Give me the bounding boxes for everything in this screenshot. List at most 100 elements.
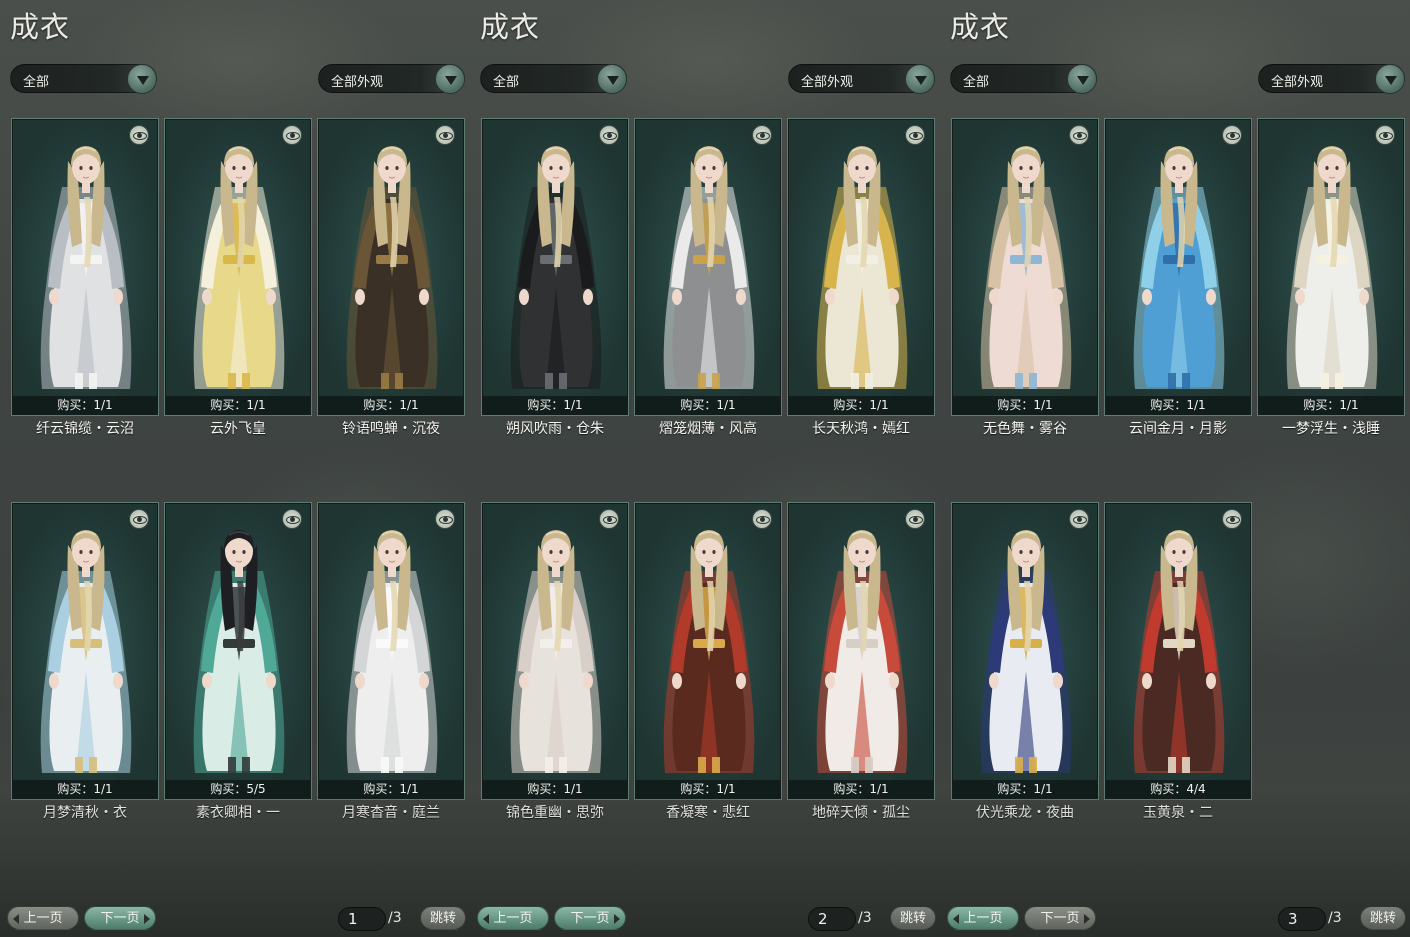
page-number-input[interactable]: 1 — [338, 907, 386, 931]
outfit-card[interactable]: 购买：1/1 铃语鸣蝉・沉夜 — [317, 118, 465, 437]
character-preview — [1105, 137, 1253, 399]
purchase-count: 购买：1/1 — [1259, 396, 1403, 414]
prev-page-button[interactable]: 上一页 — [947, 906, 1019, 930]
chevron-down-icon[interactable] — [127, 64, 157, 94]
preview-eye-icon[interactable] — [1222, 509, 1242, 529]
next-page-button[interactable]: 下一页 — [84, 906, 156, 930]
appearance-dropdown[interactable]: 全部外观 — [1258, 64, 1405, 94]
purchase-count: 购买：1/1 — [1106, 396, 1250, 414]
outfit-card[interactable]: 购买：1/1 一梦浮生・浅睡 — [1257, 118, 1406, 437]
prev-page-button[interactable]: 上一页 — [7, 906, 79, 930]
outfit-name: 云间金月・月影 — [1129, 421, 1227, 437]
outfit-card[interactable]: 购买：1/1 无色舞・雾谷 — [951, 118, 1099, 437]
outfit-card[interactable]: 购买：1/1 云外飞皇 — [164, 118, 313, 437]
outfit-name: 纤云锦缆・云沼 — [36, 421, 134, 437]
preview-eye-icon[interactable] — [129, 509, 149, 529]
outfit-card[interactable]: 购买：1/1 云间金月・月影 — [1104, 118, 1253, 437]
jump-button[interactable]: 跳转 — [420, 906, 466, 930]
preview-eye-icon[interactable] — [435, 509, 455, 529]
character-preview — [165, 137, 313, 399]
preview-eye-icon[interactable] — [1069, 509, 1089, 529]
character-preview — [788, 521, 936, 783]
panel-title: 成衣 — [950, 10, 1011, 44]
character-preview — [318, 521, 466, 783]
page-number-input[interactable]: 2 — [808, 907, 856, 931]
outfit-card[interactable]: 购买：1/1 香凝寒・悲红 — [634, 502, 782, 821]
preview-eye-icon[interactable] — [129, 125, 149, 145]
preview-eye-icon[interactable] — [1375, 125, 1395, 145]
next-page-button[interactable]: 下一页 — [1024, 906, 1096, 930]
character-preview — [952, 521, 1100, 783]
category-dropdown-label: 全部 — [23, 75, 50, 90]
page-number-input[interactable]: 3 — [1278, 907, 1326, 931]
outfit-card[interactable]: 购买：1/1 熠笼烟薄・风高 — [634, 118, 782, 437]
purchase-count: 购买：1/1 — [483, 780, 627, 798]
preview-eye-icon[interactable] — [905, 509, 925, 529]
outfit-card[interactable]: 购买：5/5 素衣卿相・一 — [164, 502, 312, 821]
panel-title: 成衣 — [480, 10, 541, 44]
page-total: /3 — [1328, 910, 1342, 926]
outfit-name: 玉黄泉・二 — [1143, 805, 1213, 821]
outfit-card-frame: 购买：1/1 — [951, 502, 1099, 800]
category-dropdown-label: 全部 — [963, 75, 990, 90]
purchase-count: 购买：1/1 — [13, 780, 157, 798]
preview-eye-icon[interactable] — [599, 509, 619, 529]
outfit-name: 锦色重幽・思弥 — [506, 805, 604, 821]
character-preview — [1258, 137, 1406, 399]
character-preview — [12, 137, 160, 399]
purchase-count: 购买：1/1 — [636, 780, 780, 798]
chevron-down-icon[interactable] — [905, 64, 935, 94]
outfit-card-frame: 购买：1/1 — [951, 118, 1099, 416]
outfit-name: 熠笼烟薄・风高 — [659, 421, 757, 437]
purchase-count: 购买：1/1 — [483, 396, 627, 414]
chevron-down-icon[interactable] — [435, 64, 465, 94]
character-preview — [12, 521, 160, 783]
prev-page-button[interactable]: 上一页 — [477, 906, 549, 930]
outfit-card[interactable]: 购买：4/4 玉黄泉・二 — [1104, 502, 1252, 821]
category-dropdown[interactable]: 全部 — [10, 64, 157, 94]
outfit-card-frame: 购买：1/1 — [481, 502, 629, 800]
outfit-card[interactable]: 购买：1/1 长天秋鸿・嫣红 — [787, 118, 936, 437]
outfit-card-frame: 购买：1/1 — [787, 502, 935, 800]
appearance-dropdown[interactable]: 全部外观 — [788, 64, 935, 94]
chevron-down-icon[interactable] — [597, 64, 627, 94]
jump-button[interactable]: 跳转 — [1360, 906, 1406, 930]
character-preview — [788, 137, 936, 399]
outfit-card[interactable]: 购买：1/1 纤云锦缆・云沼 — [11, 118, 160, 437]
outfit-card[interactable]: 购买：1/1 月梦清秋・衣 — [11, 502, 160, 821]
appearance-dropdown[interactable]: 全部外观 — [318, 64, 465, 94]
preview-eye-icon[interactable] — [282, 509, 302, 529]
outfit-name: 月梦清秋・衣 — [43, 805, 127, 821]
outfit-card-frame: 购买：1/1 — [634, 118, 782, 416]
preview-eye-icon[interactable] — [282, 125, 302, 145]
preview-eye-icon[interactable] — [752, 125, 772, 145]
outfit-card[interactable]: 购买：1/1 地碎天倾・孤尘 — [787, 502, 935, 821]
preview-eye-icon[interactable] — [435, 125, 455, 145]
preview-eye-icon[interactable] — [1222, 125, 1242, 145]
purchase-count: 购买：1/1 — [319, 780, 463, 798]
preview-eye-icon[interactable] — [752, 509, 772, 529]
purchase-count: 购买：4/4 — [1106, 780, 1250, 798]
wardrobe-panel: 成衣 全部 全部外观 购买：1/1 无色舞・雾谷 购买：1/1 云间金月・月影 … — [940, 0, 1410, 937]
purchase-count: 购买：1/1 — [166, 396, 310, 414]
preview-eye-icon[interactable] — [905, 125, 925, 145]
jump-button[interactable]: 跳转 — [890, 906, 936, 930]
outfit-card[interactable]: 购买：1/1 锦色重幽・思弥 — [481, 502, 629, 821]
chevron-down-icon[interactable] — [1375, 64, 1405, 94]
outfit-card-frame: 购买：1/1 — [634, 502, 782, 800]
preview-eye-icon[interactable] — [599, 125, 619, 145]
outfit-card-frame: 购买：1/1 — [317, 118, 465, 416]
preview-eye-icon[interactable] — [1069, 125, 1089, 145]
purchase-count: 购买：1/1 — [13, 396, 157, 414]
chevron-down-icon[interactable] — [1067, 64, 1097, 94]
appearance-dropdown-label: 全部外观 — [1271, 75, 1324, 90]
outfit-card[interactable]: 购买：1/1 伏光乘龙・夜曲 — [951, 502, 1099, 821]
outfit-card[interactable]: 购买：1/1 朔风吹雨・仓朱 — [481, 118, 630, 437]
outfit-card-frame: 购买：5/5 — [164, 502, 312, 800]
outfit-card-frame: 购买：1/1 — [317, 502, 465, 800]
outfit-card[interactable]: 购买：1/1 月寒杳音・庭兰 — [317, 502, 465, 821]
category-dropdown[interactable]: 全部 — [950, 64, 1097, 94]
next-page-button[interactable]: 下一页 — [554, 906, 626, 930]
character-preview — [482, 137, 630, 399]
category-dropdown[interactable]: 全部 — [480, 64, 627, 94]
